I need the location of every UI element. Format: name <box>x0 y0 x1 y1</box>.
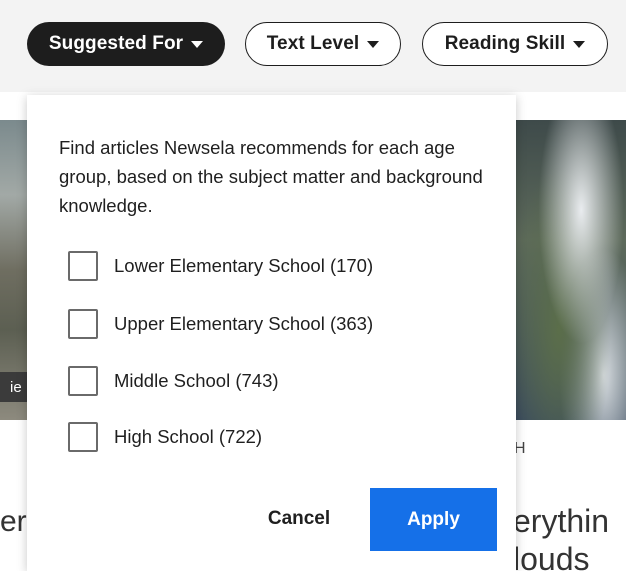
checkbox[interactable] <box>68 309 98 339</box>
option-label: High School (722) <box>114 426 263 447</box>
filter-bar: Suggested For Text Level Reading Skill <box>0 0 626 92</box>
reading-skill-filter-button[interactable]: Reading Skill <box>422 22 608 66</box>
option-middle-school[interactable]: Middle School (743) <box>68 365 488 397</box>
checkbox[interactable] <box>68 422 98 452</box>
text-level-filter-button[interactable]: Text Level <box>245 22 401 66</box>
checkbox[interactable] <box>68 251 98 281</box>
text-level-label: Text Level <box>266 33 360 54</box>
option-label: Upper Elementary School (363) <box>114 313 374 334</box>
suggested-for-popover: Find articles Newsela recommends for eac… <box>27 95 516 571</box>
suggested-for-filter-button[interactable]: Suggested For <box>27 22 225 66</box>
reading-skill-label: Reading Skill <box>444 33 566 54</box>
article-card-image-right[interactable] <box>514 120 626 420</box>
apply-button[interactable]: Apply <box>370 488 497 551</box>
option-upper-elementary[interactable]: Upper Elementary School (363) <box>68 308 488 340</box>
popover-description: Find articles Newsela recommends for eac… <box>59 137 483 216</box>
caret-down-icon <box>573 40 586 48</box>
suggested-for-label: Suggested For <box>48 33 184 54</box>
caret-down-icon <box>191 40 204 48</box>
caret-down-icon <box>367 40 380 48</box>
checkbox[interactable] <box>68 366 98 396</box>
article-card-tag: ie <box>0 372 28 402</box>
option-label: Lower Elementary School (170) <box>114 255 374 276</box>
option-high-school[interactable]: High School (722) <box>68 421 488 453</box>
option-label: Middle School (743) <box>114 370 279 391</box>
option-lower-elementary[interactable]: Lower Elementary School (170) <box>68 250 488 282</box>
cancel-button[interactable]: Cancel <box>249 503 349 535</box>
article-card-title-left[interactable]: er <box>0 505 27 539</box>
